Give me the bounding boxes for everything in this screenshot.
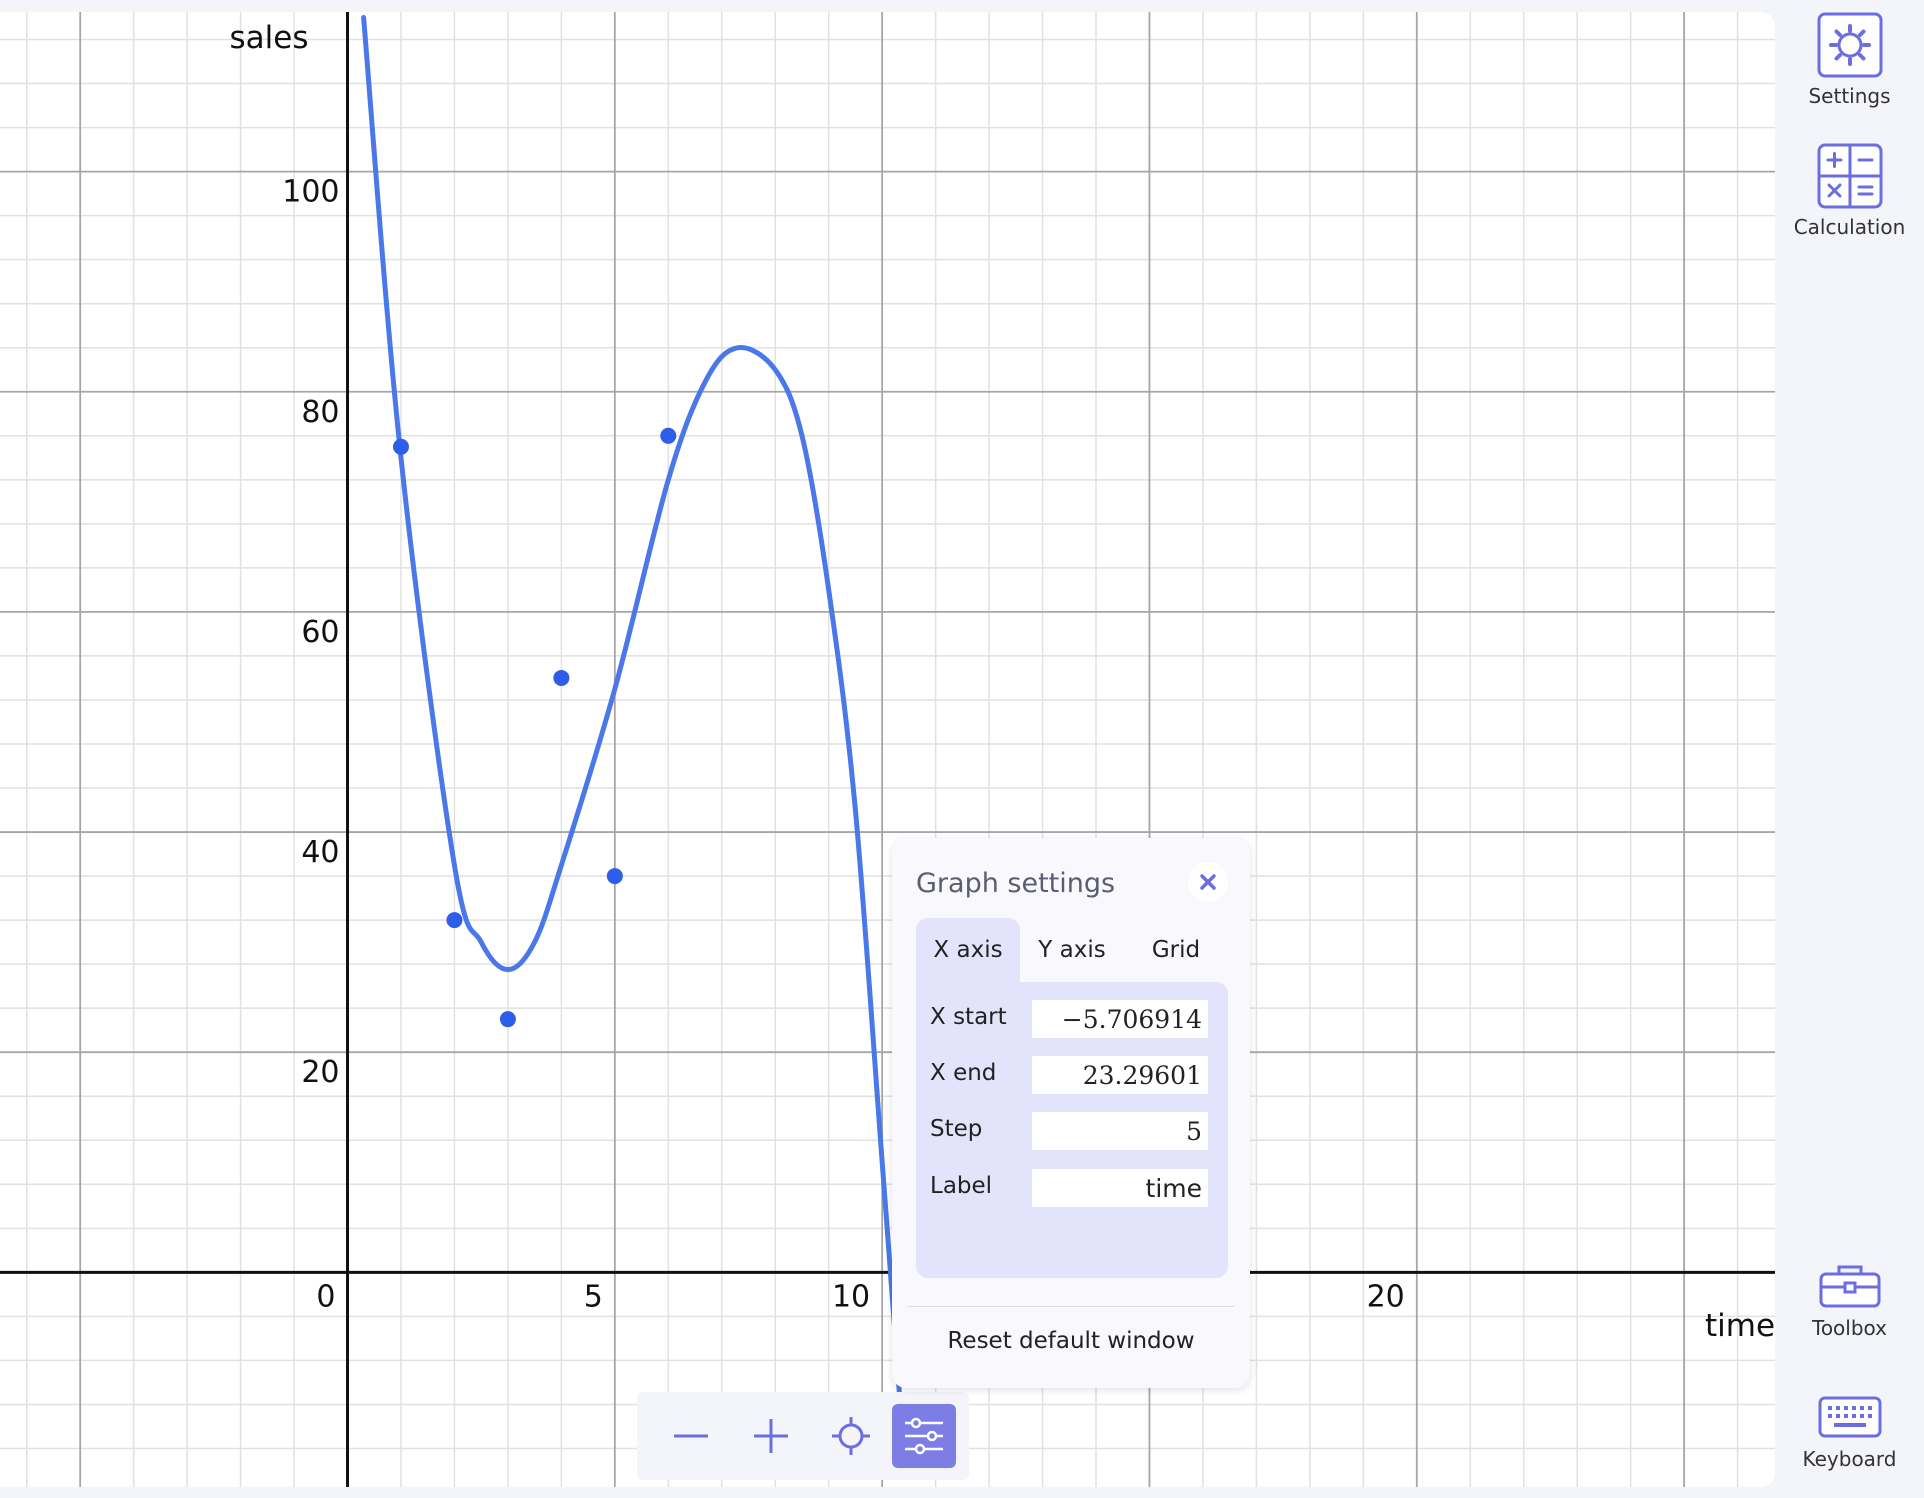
label-input[interactable] xyxy=(1032,1169,1208,1207)
data-point xyxy=(553,669,570,686)
x-tick-label: 5 xyxy=(584,1279,603,1314)
graph-settings-icon xyxy=(905,1417,943,1455)
x-end-input[interactable] xyxy=(1032,1056,1208,1094)
toolbox-label: Toolbox xyxy=(1812,1316,1887,1340)
calculation-label: Calculation xyxy=(1793,215,1906,239)
data-point xyxy=(499,1011,516,1028)
zoom-in-icon xyxy=(754,1419,788,1453)
data-point xyxy=(606,868,623,885)
close-button[interactable] xyxy=(1188,862,1228,902)
recenter-button[interactable] xyxy=(819,1404,883,1468)
graph-canvas[interactable]: 0 5 10 20 20 40 60 80 100 sales time xyxy=(0,12,1775,1487)
y-tick-label: 80 xyxy=(301,395,339,430)
tab-x-axis[interactable]: X axis xyxy=(916,918,1020,982)
y-tick-label: 100 xyxy=(282,175,339,210)
data-point xyxy=(392,438,409,455)
zoom-in-button[interactable] xyxy=(739,1404,803,1468)
step-row: Step xyxy=(930,1112,1216,1152)
y-axis-title: sales xyxy=(229,20,309,56)
toolbox-icon xyxy=(1819,1265,1880,1308)
y-tick-label: 60 xyxy=(301,615,339,650)
plot-svg[interactable]: 0 5 10 20 20 40 60 80 100 xyxy=(0,12,1775,1487)
step-label: Step xyxy=(930,1116,983,1142)
graph-settings-panel: Graph settings X axis Y axis Grid X star… xyxy=(892,838,1250,1388)
x-axis-title: time xyxy=(1705,1308,1775,1345)
x-tick-label: 10 xyxy=(832,1279,870,1314)
settings-button[interactable]: Settings xyxy=(1775,12,1924,108)
tab-grid[interactable]: Grid xyxy=(1124,918,1228,982)
calculation-button[interactable]: Calculation xyxy=(1775,143,1924,239)
zoom-out-button[interactable] xyxy=(659,1404,723,1468)
panel-divider xyxy=(908,1306,1234,1307)
x-tick-label: 0 xyxy=(316,1279,335,1314)
data-point xyxy=(446,912,463,929)
x-end-label: X end xyxy=(930,1060,997,1086)
zoom-toolbar xyxy=(637,1392,969,1480)
zoom-out-icon xyxy=(674,1434,708,1438)
label-label: Label xyxy=(930,1173,993,1199)
graph-settings-button[interactable] xyxy=(892,1404,956,1468)
gear-icon xyxy=(1817,12,1882,78)
tab-y-axis[interactable]: Y axis xyxy=(1020,918,1124,982)
close-icon xyxy=(1200,874,1216,890)
x-start-input[interactable] xyxy=(1032,1000,1208,1038)
x-axis-tab-content: X start X end Step Label xyxy=(916,982,1228,1278)
keyboard-label: Keyboard xyxy=(1802,1447,1897,1471)
calculator-icon xyxy=(1817,143,1882,209)
recenter-icon xyxy=(832,1417,870,1455)
fitted-curve xyxy=(361,15,906,1451)
settings-label: Settings xyxy=(1808,84,1891,108)
toolbox-button[interactable]: Toolbox xyxy=(1775,1262,1924,1340)
x-start-label: X start xyxy=(930,1004,1007,1030)
right-sidebar: Settings Calculation Toolbox Keyboard xyxy=(1775,0,1924,1498)
label-row: Label xyxy=(930,1169,1216,1209)
x-end-row: X end xyxy=(930,1056,1216,1096)
settings-tabs: X axis Y axis Grid X start X end Step La… xyxy=(916,918,1228,1278)
panel-title: Graph settings xyxy=(916,868,1116,899)
data-point xyxy=(660,427,677,444)
keyboard-icon xyxy=(1818,1396,1881,1438)
y-tick-label: 40 xyxy=(301,835,339,870)
x-start-row: X start xyxy=(930,1000,1216,1040)
y-tick-label: 20 xyxy=(301,1055,339,1090)
x-tick-label: 20 xyxy=(1367,1279,1405,1314)
keyboard-button[interactable]: Keyboard xyxy=(1775,1395,1924,1471)
reset-default-window-button[interactable]: Reset default window xyxy=(892,1328,1250,1354)
step-input[interactable] xyxy=(1032,1112,1208,1150)
